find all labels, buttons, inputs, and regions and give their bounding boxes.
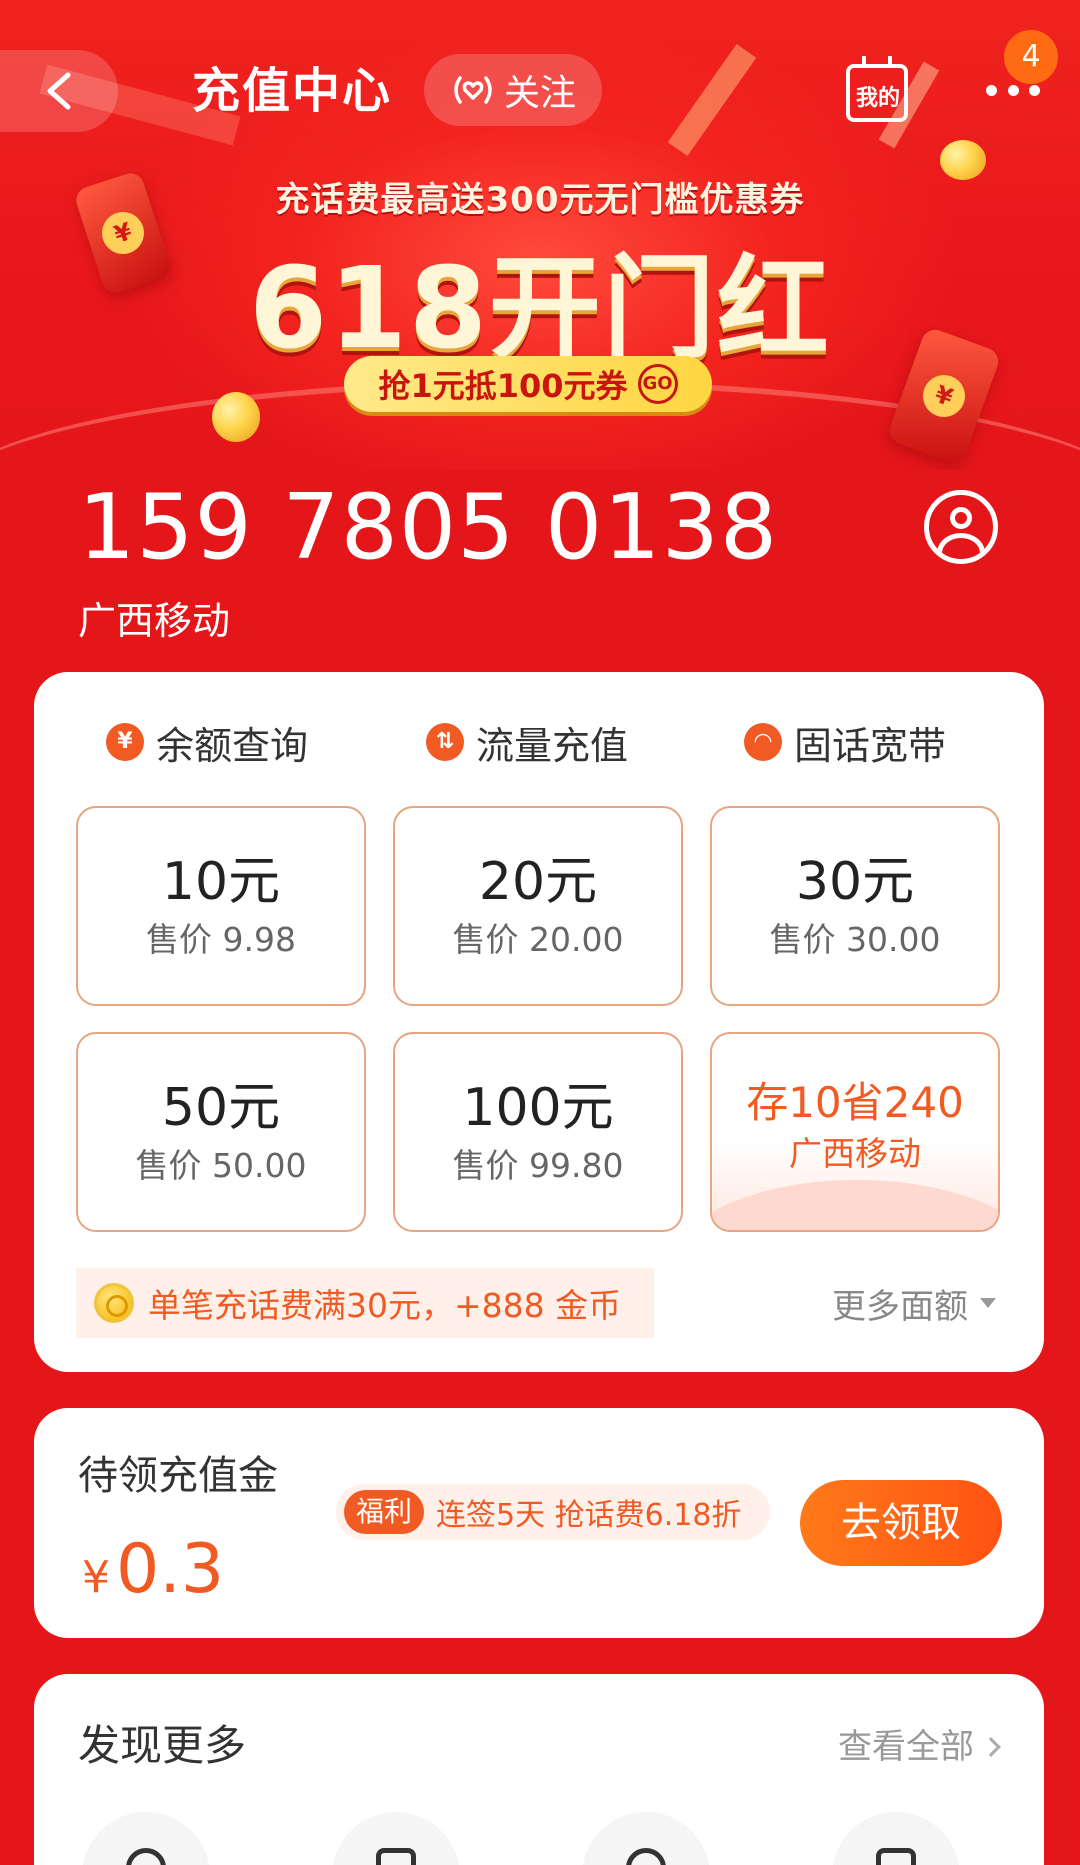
wallet-icon — [376, 1848, 416, 1865]
quick-link-balance[interactable]: ¥ 余额查询 — [106, 712, 308, 772]
recharge-option-100[interactable]: 100元 售价 99.80 — [393, 1032, 683, 1232]
claim-button[interactable]: 去领取 — [800, 1480, 1002, 1566]
currency-symbol: ¥ — [82, 1552, 110, 1603]
quick-link-label: 余额查询 — [156, 723, 309, 768]
welfare-tag: 福利 — [344, 1490, 425, 1534]
coin-decor-icon — [212, 392, 260, 442]
banner-coupon-button[interactable]: 抢1元抵100元券 GO — [344, 356, 712, 412]
yen-icon: ¥ — [106, 723, 144, 761]
contacts-icon[interactable] — [924, 490, 998, 564]
quick-link-label: 流量充值 — [476, 723, 629, 768]
view-all-link[interactable]: 查看全部 — [838, 1724, 1001, 1770]
welfare-text: 连签5天 抢话费6.18折 — [436, 1498, 742, 1533]
top-bar: 充值中心 关注 我的 4 — [0, 30, 1080, 140]
chevron-right-icon — [981, 1737, 1001, 1757]
mine-label: 我的 — [855, 86, 900, 111]
stopwatch-icon — [126, 1848, 166, 1865]
recharge-option-10[interactable]: 10元 售价 9.98 — [76, 806, 366, 1006]
quick-links: ¥ 余额查询 ⇅ 流量充值 ◠ 固话宽带 — [34, 712, 1044, 772]
more-dot-icon — [1007, 84, 1019, 96]
sale-price: 售价 30.00 — [769, 920, 941, 959]
coin-reward-note: 单笔充话费满30元，+888 金币 — [76, 1268, 654, 1338]
more-amounts-label: 更多面额 — [832, 1286, 968, 1327]
coin-note-text: 单笔充话费满30元，+888 金币 — [148, 1286, 622, 1325]
gold-coin-icon — [94, 1283, 134, 1323]
banner-subtitle: 充话费最高送300元无门槛优惠券 — [275, 180, 805, 220]
face-value: 20元 — [478, 852, 598, 912]
face-value: 30元 — [795, 852, 915, 912]
sale-price: 售价 9.98 — [146, 920, 296, 959]
quick-link-data[interactable]: ⇅ 流量充值 — [426, 712, 628, 772]
more-dot-icon — [1029, 84, 1040, 96]
page-title: 充值中心 — [192, 63, 393, 119]
view-all-label: 查看全部 — [838, 1727, 974, 1767]
promo-title: 存10省240 — [746, 1078, 964, 1127]
mine-button[interactable]: 我的 — [846, 56, 910, 122]
recharge-promo-tile[interactable]: 存10省240 广西移动 — [710, 1032, 1000, 1232]
back-button[interactable] — [0, 50, 118, 132]
face-value: 10元 — [161, 852, 281, 912]
recharge-option-20[interactable]: 20元 售价 20.00 — [393, 806, 683, 1006]
banner-pill-text: 抢1元抵100元券 — [378, 367, 628, 405]
follow-label: 关注 — [503, 73, 576, 114]
contact-head — [950, 507, 972, 529]
more-dot-icon — [986, 84, 997, 96]
go-icon: GO — [637, 364, 678, 404]
face-value: 100元 — [462, 1078, 614, 1138]
notification-badge: 4 — [1004, 30, 1058, 84]
discover-card: 发现更多 查看全部 — [34, 1674, 1044, 1865]
welfare-banner[interactable]: 福利 连签5天 抢话费6.18折 — [336, 1484, 770, 1540]
promo-arc — [712, 1180, 998, 1230]
recharge-center-page: 充话费最高送300元无门槛优惠券 618开门红 抢1元抵100元券 GO 充值中… — [0, 0, 1080, 1865]
no-sign-icon — [626, 1848, 666, 1865]
pending-amount: ¥0.3 — [82, 1530, 224, 1627]
wifi-icon: ◠ — [744, 723, 782, 761]
caret-down-icon — [980, 1298, 996, 1308]
promo-subtitle: 广西移动 — [789, 1134, 921, 1173]
phone-number: 159 7805 0138 — [78, 475, 779, 580]
discover-item-icon[interactable] — [832, 1812, 960, 1865]
discover-item-icon[interactable] — [82, 1812, 210, 1865]
amount-value: 0.3 — [116, 1530, 225, 1609]
recharge-option-30[interactable]: 30元 售价 30.00 — [710, 806, 1000, 1006]
contact-body — [937, 533, 985, 559]
face-value: 50元 — [161, 1078, 281, 1138]
follow-button[interactable]: 关注 — [424, 54, 602, 126]
discover-item-icon[interactable] — [582, 1812, 710, 1865]
sale-price: 售价 99.80 — [452, 1146, 624, 1185]
quick-link-broadband[interactable]: ◠ 固话宽带 — [744, 712, 946, 772]
more-amounts-button[interactable]: 更多面额 — [832, 1270, 996, 1336]
sale-price: 售价 20.00 — [452, 920, 624, 959]
discover-title: 发现更多 — [78, 1721, 247, 1770]
carrier-label: 广西移动 — [78, 599, 231, 643]
discover-item-icon[interactable] — [332, 1812, 460, 1865]
quick-link-label: 固话宽带 — [794, 723, 947, 768]
broadcast-heart-icon — [454, 76, 492, 104]
sale-price: 售价 50.00 — [135, 1146, 307, 1185]
recharge-card: ¥ 余额查询 ⇅ 流量充值 ◠ 固话宽带 10元 售价 9.98 20元 售价 … — [34, 672, 1044, 1372]
pending-title: 待领充值金 — [78, 1453, 278, 1499]
chevron-left-icon — [47, 72, 71, 110]
data-transfer-icon: ⇅ — [426, 723, 464, 761]
tv-icon — [876, 1848, 916, 1865]
pending-credit-card: 待领充值金 ¥0.3 福利 连签5天 抢话费6.18折 去领取 — [34, 1408, 1044, 1638]
recharge-option-50[interactable]: 50元 售价 50.00 — [76, 1032, 366, 1232]
